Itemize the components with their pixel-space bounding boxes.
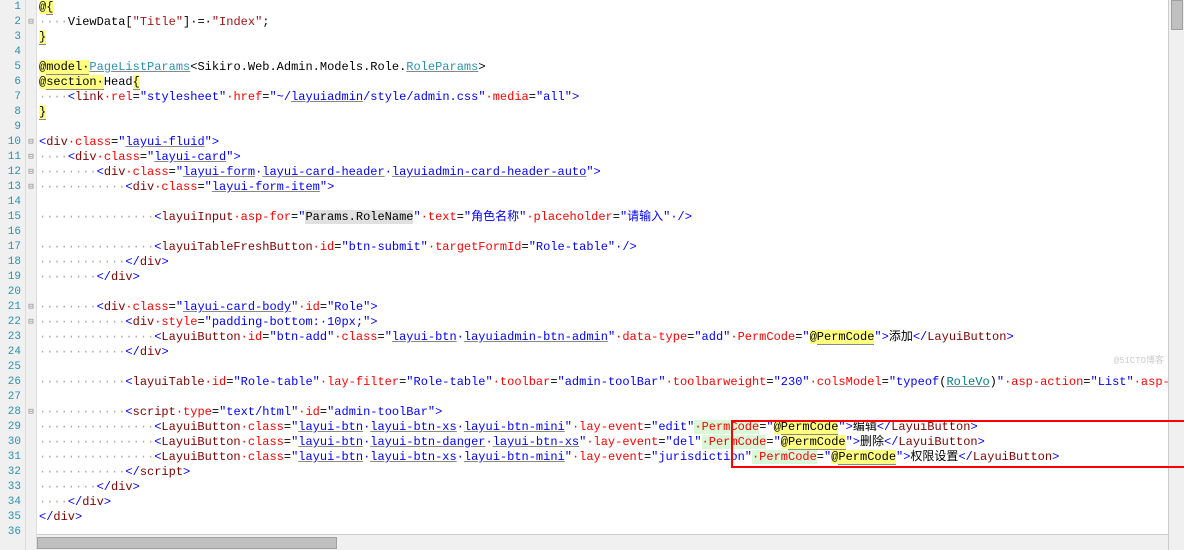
vertical-scrollbar[interactable] [1168, 0, 1184, 550]
fold-gutter[interactable]: ⊟⊟⊟⊟⊟⊟⊟⊟ [26, 0, 37, 550]
watermark: @51CTO博客 [1114, 353, 1164, 366]
code-editor[interactable]: @{ ····ViewData["Title"]·=·"Index"; } @m… [37, 0, 1184, 550]
horizontal-scrollbar[interactable] [37, 534, 1168, 550]
scrollbar-thumb[interactable] [37, 537, 337, 549]
line-number-gutter: 1234567891011121314151617181920212223242… [0, 0, 26, 550]
scrollbar-thumb[interactable] [1171, 0, 1183, 30]
